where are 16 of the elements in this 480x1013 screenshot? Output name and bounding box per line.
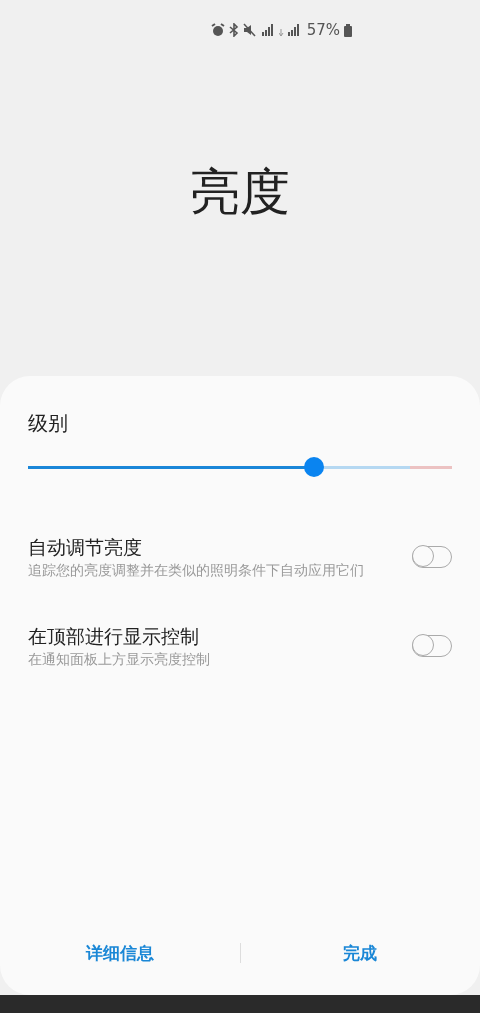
signal-icon xyxy=(260,23,275,37)
battery-percent: 57% xyxy=(306,21,340,39)
level-label: 级别 xyxy=(28,410,69,437)
page-title: 亮度 xyxy=(190,162,290,223)
signal-icon xyxy=(278,23,301,37)
bluetooth-icon xyxy=(228,23,239,37)
mute-icon xyxy=(242,23,257,37)
battery-icon xyxy=(344,23,352,37)
slider-thumb[interactable] xyxy=(304,457,325,477)
dialog-button[interactable]: 完成 xyxy=(240,940,480,966)
setting-title: 在顶部进行显示控制 xyxy=(28,624,200,649)
setting-title: 自动调节亮度 xyxy=(28,535,143,560)
dialog-button[interactable]: 详细信息 xyxy=(0,940,240,966)
alarm-icon xyxy=(210,23,225,37)
setting-description: 追踪您的亮度调整并在类似的照明条件下自动应用它们 xyxy=(28,561,365,580)
setting-description: 在通知面板上方显示亮度控制 xyxy=(28,650,211,669)
